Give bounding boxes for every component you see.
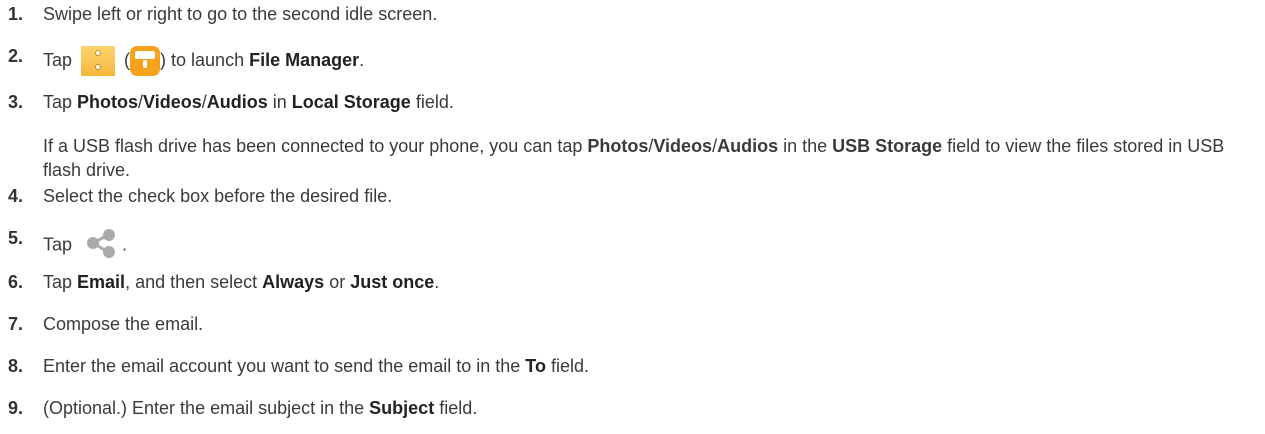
step-text: Select the check box before the desired …: [43, 186, 392, 207]
step-text: Compose the email.: [43, 314, 203, 335]
text-run: Tap: [43, 49, 78, 70]
file-manager-icon-alt: [130, 46, 161, 76]
step-text: Tap Photos/Videos/Audios in Local Storag…: [43, 92, 454, 113]
bold-term: Photos: [77, 92, 139, 112]
bold-term: USB Storage: [832, 136, 943, 156]
step-number: 5.: [8, 228, 24, 248]
bold-term: Photos: [587, 136, 649, 156]
text-run: .: [117, 234, 128, 255]
text-run: field.: [545, 356, 589, 376]
bold-term: Videos: [653, 136, 713, 156]
text-run: If a USB flash drive has been connected …: [43, 136, 588, 156]
step-number: 6.: [8, 272, 24, 292]
file-manager-icon: [81, 46, 116, 76]
text-run: ) to launch: [160, 49, 250, 70]
bold-term: Local Storage: [291, 92, 411, 112]
bold-term: Email: [77, 272, 126, 292]
step-text: Tap Email, and then select Always or Jus…: [43, 272, 439, 293]
share-icon: [85, 228, 117, 263]
bold-term: Subject: [369, 398, 435, 418]
text-run: or: [324, 272, 351, 292]
text-run: Tap: [43, 234, 78, 255]
bold-term: Videos: [143, 92, 202, 112]
step-number: 7.: [8, 314, 24, 334]
text-run: Compose the email.: [43, 314, 204, 334]
text-run: .: [434, 272, 440, 292]
text-run: , and then select: [125, 272, 263, 292]
text-run: field.: [434, 398, 478, 418]
text-run: .: [359, 49, 365, 70]
text-run: field.: [410, 92, 454, 112]
step-text: (Optional.) Enter the email subject in t…: [43, 398, 477, 419]
text-run: in: [267, 92, 292, 112]
step-number: 4.: [8, 186, 24, 206]
step-text: Tap ( ) to launch File Manager.: [43, 46, 364, 76]
text-run: Swipe left or right to go to the second …: [43, 4, 438, 24]
bold-term: Audios: [206, 92, 268, 112]
step-text: Enter the email account you want to send…: [43, 356, 589, 377]
step-number: 3.: [8, 92, 24, 112]
step-number: 2.: [8, 46, 24, 66]
text-run: Select the check box before the desired …: [43, 186, 393, 206]
step-number: 1.: [8, 4, 24, 24]
text-run: Enter the email account you want to send…: [43, 356, 526, 376]
bold-term: File Manager: [249, 49, 360, 70]
step-number: 9.: [8, 398, 24, 418]
bold-term: Just once: [350, 272, 435, 292]
text-run: (: [119, 49, 131, 70]
bold-term: Audios: [717, 136, 779, 156]
text-run: Tap: [43, 92, 78, 112]
step-text: Tap .: [43, 228, 127, 263]
bold-term: To: [525, 356, 546, 376]
text-run: in the: [778, 136, 833, 156]
step-text: Swipe left or right to go to the second …: [43, 4, 437, 25]
bold-term: Always: [262, 272, 325, 292]
text-run: (Optional.) Enter the email subject in t…: [43, 398, 370, 418]
step-text: If a USB flash drive has been connected …: [43, 134, 1255, 182]
text-run: Tap: [43, 272, 78, 292]
step-number: 8.: [8, 356, 24, 376]
